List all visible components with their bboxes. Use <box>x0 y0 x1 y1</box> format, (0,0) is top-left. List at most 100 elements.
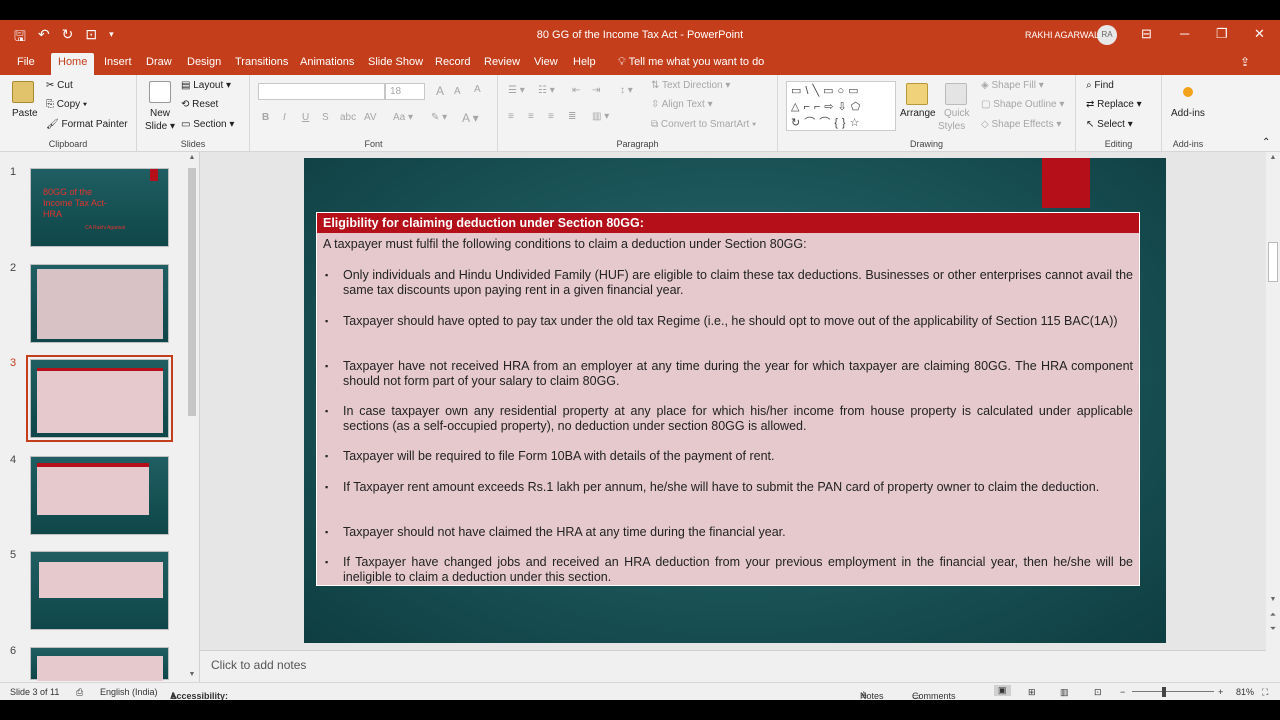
ribbon-display-icon[interactable]: ⊟ <box>1141 26 1152 42</box>
minimize-icon[interactable]: ─ <box>1180 26 1189 41</box>
tell-me-search[interactable]: 💡︎ Tell me what you want to do <box>618 56 764 69</box>
tab-design[interactable]: Design <box>187 56 221 68</box>
content-panel[interactable]: Eligibility for claiming deduction under… <box>316 212 1140 586</box>
tab-view[interactable]: View <box>534 56 558 68</box>
thumbnail-scroll-thumb[interactable] <box>188 168 196 416</box>
avatar[interactable]: RA <box>1097 25 1117 45</box>
zoom-in-icon[interactable]: + <box>1218 687 1223 697</box>
slide-scrollbar[interactable]: ▲ ▼ ⏶ ⏷ <box>1266 152 1280 682</box>
tab-record[interactable]: Record <box>435 56 470 68</box>
strikethrough-button[interactable]: abc <box>340 112 356 123</box>
normal-view-icon[interactable]: ▣ <box>994 685 1011 696</box>
tab-draw[interactable]: Draw <box>146 56 172 68</box>
collapse-ribbon-icon[interactable]: ⌃ <box>1262 137 1270 148</box>
slide-sorter-icon[interactable]: ⊞ <box>1028 687 1036 698</box>
change-case-button[interactable]: Aa ▾ <box>393 112 413 123</box>
bold-button[interactable]: B <box>262 112 269 123</box>
align-text-button[interactable]: ⇳ Align Text ▾ <box>651 99 713 110</box>
align-left-icon[interactable]: ≡ <box>508 111 514 122</box>
arrange-icon[interactable] <box>906 83 928 105</box>
paste-button[interactable]: Paste <box>12 108 38 119</box>
tab-insert[interactable]: Insert <box>104 56 132 68</box>
quick-styles-icon[interactable] <box>945 83 967 105</box>
replace-button[interactable]: ⇄ Replace ▾ <box>1086 99 1142 110</box>
decrease-indent-icon[interactable]: ⇤ <box>572 85 580 96</box>
slide-thumbnail-6[interactable] <box>30 647 169 681</box>
thumbnail-scrollbar[interactable]: ▲ ▼ <box>186 154 198 680</box>
slide-thumbnail-2[interactable] <box>30 264 169 343</box>
zoom-slider-thumb[interactable] <box>1162 687 1166 697</box>
font-name-input[interactable] <box>258 83 385 100</box>
zoom-level[interactable]: 81% <box>1236 687 1254 697</box>
slide-thumbnail-1[interactable]: 80GG of the Income Tax Act- HRA CA Rakhi… <box>30 168 169 247</box>
quick-styles-button-line2[interactable]: Styles <box>938 121 965 132</box>
slide-thumbnail-5[interactable] <box>30 551 169 630</box>
share-icon[interactable]: ⇪ <box>1240 55 1250 69</box>
text-direction-button[interactable]: ⇅ Text Direction ▾ <box>651 80 730 91</box>
underline-button[interactable]: U <box>302 112 309 123</box>
new-slide-icon[interactable] <box>149 81 171 103</box>
new-slide-button-line2[interactable]: Slide ▾ <box>145 121 175 132</box>
align-right-icon[interactable]: ≡ <box>548 111 554 122</box>
format-painter-button[interactable]: 🖌︎ Format Painter <box>46 119 128 130</box>
reading-view-icon[interactable]: ▥ <box>1060 687 1069 698</box>
grow-font-icon[interactable]: A <box>436 84 444 98</box>
shape-outline-button[interactable]: ▢ Shape Outline ▾ <box>981 99 1064 110</box>
arrange-button[interactable]: Arrange <box>900 108 936 119</box>
close-icon[interactable]: ✕ <box>1254 26 1265 42</box>
shape-effects-button[interactable]: ◇ Shape Effects ▾ <box>981 119 1061 130</box>
tab-slide-show[interactable]: Slide Show <box>368 56 423 68</box>
quick-styles-button[interactable]: Quick <box>944 108 970 119</box>
tab-home[interactable]: Home <box>51 53 95 75</box>
tab-transitions[interactable]: Transitions <box>235 56 288 68</box>
addins-icon[interactable] <box>1183 87 1193 97</box>
italic-button[interactable]: I <box>283 112 286 123</box>
cut-button[interactable]: ✂ Cut <box>46 80 73 91</box>
section-button[interactable]: ▭ Section ▾ <box>181 119 234 130</box>
notes-pane[interactable]: Click to add notes <box>200 650 1266 682</box>
slideshow-view-icon[interactable]: ⊡ <box>1094 687 1102 698</box>
next-slide-icon[interactable]: ⏷ <box>1266 624 1280 634</box>
reset-button[interactable]: ⟲ Reset <box>181 99 218 110</box>
new-slide-button[interactable]: New <box>150 108 170 119</box>
char-spacing-button[interactable]: AV <box>364 112 377 123</box>
slide-thumbnail-4[interactable] <box>30 456 169 535</box>
align-center-icon[interactable]: ≡ <box>528 111 534 122</box>
zoom-out-icon[interactable]: − <box>1120 687 1125 697</box>
paste-icon[interactable] <box>12 81 34 103</box>
zoom-slider[interactable] <box>1132 691 1214 692</box>
clear-formatting-icon[interactable]: A <box>474 84 481 95</box>
convert-smartart-button[interactable]: ⧉ Convert to SmartArt ▾ <box>651 119 756 130</box>
font-size-input[interactable]: 18 <box>385 83 425 100</box>
columns-icon[interactable]: ▥ ▾ <box>592 111 609 122</box>
select-button[interactable]: ↖ Select ▾ <box>1086 119 1133 130</box>
layout-button[interactable]: ▤ Layout ▾ <box>181 80 231 91</box>
slide-canvas[interactable]: Eligibility for claiming deduction under… <box>304 158 1166 643</box>
shrink-font-icon[interactable]: A <box>454 86 461 97</box>
fit-slide-icon[interactable]: ⛶ <box>1262 687 1268 698</box>
increase-indent-icon[interactable]: ⇥ <box>592 85 600 96</box>
tab-animations[interactable]: Animations <box>300 56 354 68</box>
user-name[interactable]: RAKHI AGARWAL <box>1025 30 1099 40</box>
tab-review[interactable]: Review <box>484 56 520 68</box>
copy-button[interactable]: ⎘ Copy ▾ <box>46 99 87 110</box>
shape-fill-button[interactable]: ◈ Shape Fill ▾ <box>981 80 1044 91</box>
find-button[interactable]: ⌕ Find <box>1086 80 1114 91</box>
shapes-gallery[interactable]: ▭\╲▭○▭ △⌐⌐⇨⇩⬠ ↻⌒⌒{}☆ <box>786 81 896 131</box>
slide-scroll-thumb[interactable] <box>1268 242 1278 282</box>
font-color-button[interactable]: A ▾ <box>462 111 479 125</box>
tab-file[interactable]: File <box>17 56 35 68</box>
previous-slide-icon[interactable]: ⏶ <box>1266 610 1280 620</box>
language-indicator[interactable]: English (India) <box>100 687 158 697</box>
highlight-icon[interactable]: ✎ ▾ <box>431 112 447 123</box>
addins-button[interactable]: Add-ins <box>1171 108 1205 119</box>
shadow-button[interactable]: S <box>322 112 329 123</box>
tab-help[interactable]: Help <box>573 56 596 68</box>
justify-icon[interactable]: ≣ <box>568 111 576 122</box>
numbering-icon[interactable]: ☷ ▾ <box>538 85 555 96</box>
slide-counter[interactable]: Slide 3 of 11 <box>10 687 59 697</box>
line-spacing-icon[interactable]: ↕ ▾ <box>620 85 633 96</box>
spelling-icon[interactable]: ⎙ <box>76 687 83 698</box>
bullets-icon[interactable]: ☰ ▾ <box>508 85 525 96</box>
restore-icon[interactable]: ❐ <box>1216 26 1228 42</box>
